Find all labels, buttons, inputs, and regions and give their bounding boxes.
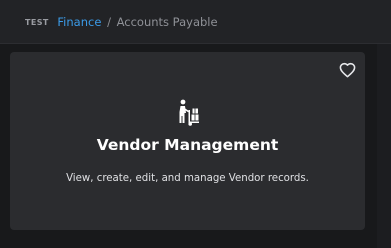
breadcrumb: TEST Finance / Accounts Payable: [25, 14, 218, 31]
card-description: View, create, edit, and manage Vendor re…: [66, 173, 309, 184]
environment-tag: TEST: [25, 18, 49, 27]
heart-outline-icon[interactable]: [339, 62, 356, 78]
scrollbar-track[interactable]: [377, 44, 391, 248]
breadcrumb-current-page: Accounts Payable: [116, 15, 218, 29]
breadcrumb-separator: /: [107, 15, 111, 29]
top-bar: TEST Finance / Accounts Payable: [0, 0, 391, 44]
breadcrumb-link-finance[interactable]: Finance: [57, 15, 101, 29]
card-title: Vendor Management: [96, 136, 279, 154]
hand-truck-boxes-icon: [179, 99, 199, 126]
vendor-management-app-card[interactable]: Vendor Management View, create, edit, an…: [10, 52, 365, 230]
